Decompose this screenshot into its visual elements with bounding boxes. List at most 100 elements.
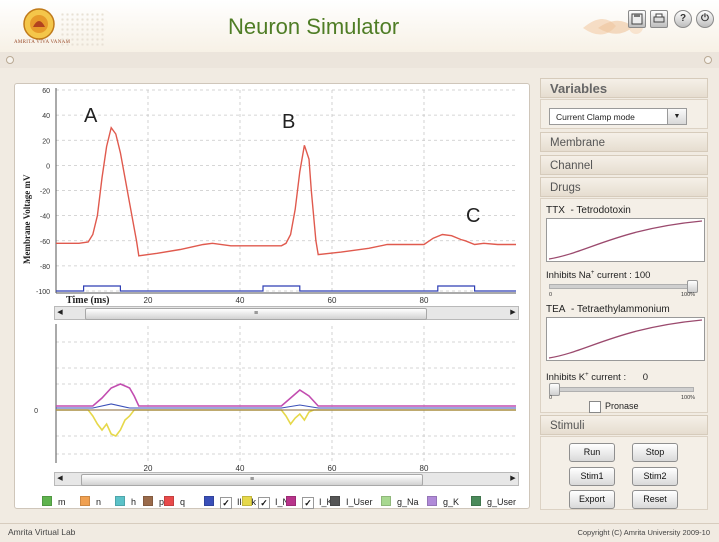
- tea-scale-min: 0: [549, 395, 553, 401]
- section-membrane[interactable]: Membrane: [540, 132, 708, 152]
- legend-swatch: [471, 496, 481, 506]
- help-icon[interactable]: ?: [674, 10, 692, 28]
- chevron-down-icon[interactable]: ▼: [667, 109, 686, 124]
- legend-item-m[interactable]: m: [42, 496, 66, 507]
- tea-inhibit-text: Inhibits K+ current : 0: [546, 372, 648, 383]
- print-icon[interactable]: [650, 10, 668, 28]
- stim1-button[interactable]: Stim1: [569, 467, 615, 486]
- legend-swatch: [330, 496, 340, 506]
- ttx-inhibit-label: Inhibits Na: [546, 270, 591, 282]
- footer-left: Amrita Virtual Lab: [8, 527, 76, 537]
- save-icon[interactable]: [628, 10, 646, 28]
- strip-dot-right: [704, 56, 712, 64]
- legend-item-h[interactable]: h: [115, 496, 137, 507]
- ttx-slider-track[interactable]: [549, 284, 694, 289]
- power-icon[interactable]: ⏻: [696, 10, 714, 28]
- legend-swatch: [286, 496, 296, 506]
- x-tick-label: 20: [144, 464, 153, 472]
- peak-label-c: C: [466, 205, 480, 227]
- pronase-checkbox[interactable]: [589, 401, 601, 413]
- y-tick-label: 60: [42, 88, 50, 95]
- sidebar: Variables Current Clamp mode ▼ Membrane …: [540, 78, 708, 510]
- check-icon[interactable]: ✓: [258, 497, 270, 509]
- x-tick-label: 60: [328, 464, 337, 472]
- section-stimuli[interactable]: Stimuli: [540, 415, 708, 435]
- scroll-right-icon[interactable]: ▶: [508, 307, 518, 319]
- legend-item-n[interactable]: n: [80, 496, 102, 507]
- x-tick-label: 80: [420, 464, 429, 472]
- legend-swatch: [427, 496, 437, 506]
- scroll-left-icon[interactable]: ◀: [55, 307, 65, 319]
- amrita-logo: [23, 8, 55, 40]
- xlabel: Time (ms): [66, 295, 109, 306]
- ttx-label: TTX - Tetrodotoxin: [546, 205, 631, 216]
- scroll-thumb[interactable]: ≡: [85, 308, 427, 320]
- scroll-right-icon[interactable]: ▶: [508, 473, 518, 485]
- stimulus-trace: [56, 285, 516, 292]
- tea-slider-track[interactable]: [549, 387, 694, 392]
- y-tick-label: -20: [40, 189, 50, 196]
- check-icon[interactable]: ✓: [302, 497, 314, 509]
- mode-select[interactable]: Current Clamp mode ▼: [549, 108, 687, 125]
- tea-inhibit-label: Inhibits K: [546, 372, 586, 384]
- membrane-voltage-trace: [56, 126, 516, 257]
- legend-item-i-k[interactable]: ✓ I_K: [286, 496, 333, 509]
- voltage-chart: 60 40 20 0 -20 -40 -60 -80 -100 20 40 60 80 Membrane…: [22, 88, 516, 306]
- mode-select-value: Current Clamp mode: [556, 112, 635, 122]
- legend-item-g-user[interactable]: g_User: [471, 496, 517, 507]
- currents-chart: 20 40 60 80 0: [34, 324, 516, 472]
- stim2-button[interactable]: Stim2: [632, 467, 678, 486]
- legend-swatch: [204, 496, 214, 506]
- y-tick-label: 0: [34, 408, 38, 415]
- legend-label: q: [180, 497, 186, 507]
- tea-scale-max: 100%: [681, 395, 696, 401]
- app-header: AMRITA VIVA VANAM Neuron Simulator ? ⏻: [0, 0, 719, 53]
- check-icon[interactable]: ✓: [220, 497, 232, 509]
- run-button[interactable]: Run: [569, 443, 615, 462]
- tea-dose-curve: [546, 317, 705, 361]
- ina-trace: [56, 409, 516, 437]
- legend-swatch: [80, 496, 90, 506]
- legend-label: m: [58, 497, 66, 507]
- strip-dot-left: [6, 56, 14, 64]
- legend-label: n: [96, 497, 102, 507]
- stop-button[interactable]: Stop: [632, 443, 678, 462]
- section-drugs[interactable]: Drugs: [540, 177, 708, 197]
- scroll-left-icon[interactable]: ◀: [55, 473, 65, 485]
- y-tick-label: -40: [40, 214, 50, 221]
- legend-item-g-k[interactable]: g_K: [427, 496, 460, 507]
- legend-label: h: [131, 497, 137, 507]
- peak-label-a: A: [84, 105, 98, 127]
- section-channel[interactable]: Channel: [540, 155, 708, 175]
- y-tick-label: -60: [40, 239, 50, 246]
- bottom-chart-scrollbar[interactable]: ◀ ≡ ▶: [54, 472, 519, 486]
- legend-swatch: [143, 496, 153, 506]
- ttx-scale-min: 0: [549, 292, 553, 298]
- legend-label: g_User: [487, 497, 517, 507]
- legend-item-g-na[interactable]: g_Na: [381, 496, 419, 507]
- reset-button[interactable]: Reset: [632, 490, 678, 509]
- legend-swatch: [42, 496, 52, 506]
- legend-swatch: [164, 496, 174, 506]
- ttx-inhibit-value: current : 100: [594, 270, 651, 282]
- legend-label: g_K: [443, 497, 460, 507]
- legend-swatch: [115, 496, 125, 506]
- ylabel: Membrane Voltage mV: [22, 174, 32, 264]
- legend-item-i-user[interactable]: I_User: [330, 496, 373, 507]
- ttx-inhibit-text: Inhibits Na+ current : 100: [546, 270, 650, 281]
- ttx-name: TTX: [546, 205, 565, 216]
- footer-copyright: Copyright (C) Amrita University 2009-10: [577, 528, 710, 537]
- tea-inhibit-value: 0: [642, 372, 649, 384]
- x-tick-label: 20: [144, 296, 153, 305]
- legend-swatch: [242, 496, 252, 506]
- legend-item-p[interactable]: p: [143, 496, 164, 507]
- tea-name: TEA: [546, 304, 566, 315]
- legend-item-q[interactable]: q: [164, 496, 186, 507]
- y-tick-label: 0: [46, 163, 50, 170]
- top-chart-scrollbar[interactable]: ◀ ≡ ▶: [54, 306, 519, 320]
- export-button[interactable]: Export: [569, 490, 615, 509]
- scroll-thumb[interactable]: ≡: [81, 474, 423, 486]
- tea-label: TEA - Tetraethylammonium: [546, 304, 670, 315]
- y-tick-label: -80: [40, 264, 50, 271]
- toolbar-strip: [0, 52, 719, 69]
